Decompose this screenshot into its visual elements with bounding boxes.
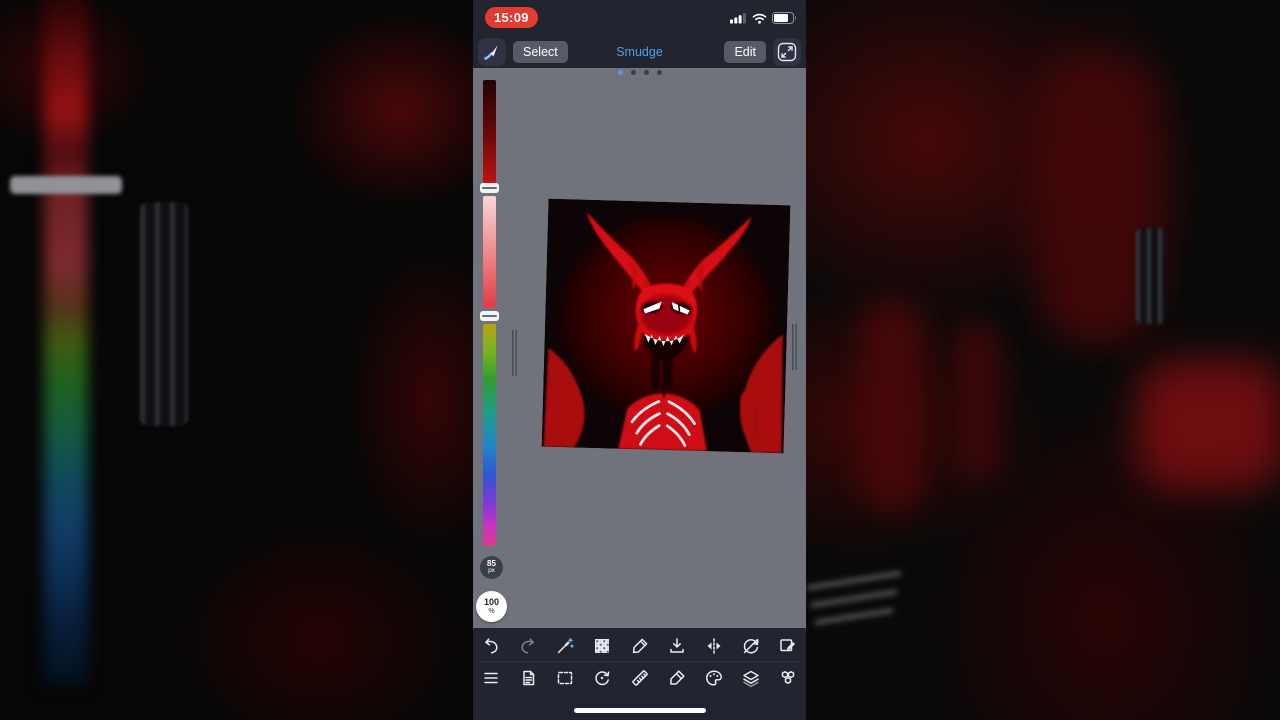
status-bar: 15:09 xyxy=(473,0,806,36)
background-grip-panel-right xyxy=(1136,228,1166,324)
page-dot xyxy=(643,70,649,75)
rotate-canvas-icon[interactable] xyxy=(590,666,614,690)
mirror-flip-icon[interactable] xyxy=(702,634,726,658)
fullscreen-icon xyxy=(777,42,797,62)
undo-icon[interactable] xyxy=(479,634,503,658)
background-grip-panel-left xyxy=(140,202,188,426)
menu-icon[interactable] xyxy=(479,666,503,690)
redo-icon[interactable] xyxy=(516,634,540,658)
brush-icon xyxy=(484,45,498,60)
palette-icon[interactable] xyxy=(702,666,726,690)
canvas-grip-left[interactable] xyxy=(512,330,519,376)
background-drip xyxy=(1136,360,1280,490)
status-time: 15:09 xyxy=(494,10,529,25)
brush-tool-button[interactable] xyxy=(478,38,506,66)
toolbar-row-1 xyxy=(479,629,800,662)
home-indicator[interactable] xyxy=(573,708,706,713)
color-shade-slider[interactable] xyxy=(483,196,496,308)
transparency-checker-icon[interactable] xyxy=(590,634,614,658)
brush-size-unit: px xyxy=(488,567,495,575)
wifi-icon xyxy=(752,13,767,24)
pen-icon[interactable] xyxy=(628,634,652,658)
recording-time-pill[interactable]: 15:09 xyxy=(485,7,538,28)
magic-wand-icon[interactable] xyxy=(553,634,577,658)
background-drip xyxy=(956,320,1000,480)
ruler-icon[interactable] xyxy=(628,666,652,690)
page-dot xyxy=(630,70,636,75)
brush-size-badge[interactable]: 85 px xyxy=(480,556,503,579)
page-dot-active xyxy=(617,70,623,75)
brush-size-slider[interactable] xyxy=(483,80,496,183)
top-toolbar: Select Smudge Edit xyxy=(473,36,806,68)
background-hue-strip xyxy=(44,0,88,685)
background-drip xyxy=(860,300,924,510)
selection-tool-icon[interactable] xyxy=(553,666,577,690)
toolbar-row-2 xyxy=(479,661,800,694)
slider-handle-upper[interactable] xyxy=(480,183,499,193)
brush-opacity-value: 100 xyxy=(483,597,500,608)
layers-icon[interactable] xyxy=(739,666,763,690)
deselect-icon[interactable] xyxy=(776,634,800,658)
import-icon[interactable] xyxy=(665,634,689,658)
slider-handle-lower[interactable] xyxy=(480,311,499,321)
phone-screen: 15:09 Select Smudge Edit 85 px 100 % xyxy=(473,0,806,720)
background-art-left xyxy=(0,0,473,720)
artwork-canvas[interactable] xyxy=(541,198,791,454)
fullscreen-button[interactable] xyxy=(773,38,801,66)
cellular-signal-icon xyxy=(730,12,746,23)
status-icons xyxy=(730,12,797,24)
pages-icon[interactable] xyxy=(516,666,540,690)
marker-icon[interactable] xyxy=(665,666,689,690)
rotate-lock-icon[interactable] xyxy=(739,634,763,658)
canvas-grip-right[interactable] xyxy=(792,324,799,370)
page-dot xyxy=(656,70,662,75)
select-button[interactable]: Select xyxy=(513,41,568,63)
page-dots[interactable] xyxy=(473,70,806,75)
app-screenshot: 15:09 Select Smudge Edit 85 px 100 % xyxy=(0,0,1280,720)
demon-artwork xyxy=(541,198,791,454)
battery-icon xyxy=(772,12,796,24)
materials-icon[interactable] xyxy=(776,666,800,690)
bottom-toolbar xyxy=(473,628,806,720)
background-slider-handle xyxy=(10,176,122,194)
background-art-right xyxy=(806,0,1280,720)
hue-slider[interactable] xyxy=(483,324,496,546)
brush-opacity-badge[interactable]: 100 % xyxy=(476,591,507,622)
brush-opacity-unit: % xyxy=(488,607,495,615)
edit-button[interactable]: Edit xyxy=(724,41,766,63)
